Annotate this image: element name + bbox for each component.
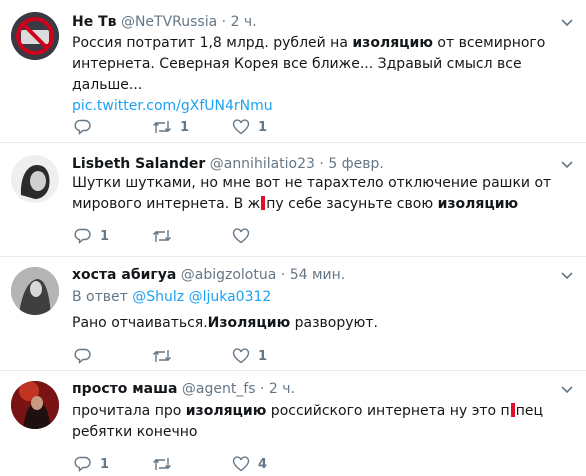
tweet-actions: 1 4	[72, 454, 372, 474]
reply-button[interactable]	[74, 117, 100, 137]
censor-mark	[510, 403, 515, 417]
chevron-down-icon[interactable]	[560, 15, 574, 29]
like-button[interactable]: 1	[232, 117, 267, 137]
text-segment: Рано отчаиваться.	[72, 315, 208, 331]
tweet-1[interactable]: Не Тв @NeTVRussia · 2 ч. Россия потратит…	[0, 0, 586, 143]
text-segment: Россия потратит 1,8 млрд. рублей на	[72, 35, 353, 51]
retweet-icon	[153, 458, 171, 470]
retweet-count: 1	[180, 119, 190, 135]
reply-prefix: В ответ	[72, 289, 133, 305]
tweet-text: Рано отчаиваться.Изоляцию разворуют.	[72, 313, 572, 334]
retweet-button[interactable]	[152, 454, 180, 474]
tweet-text: прочитала про изоляцию российского интер…	[72, 401, 572, 443]
author-name[interactable]: просто маша	[72, 381, 177, 397]
highlight-keyword: изоляцию	[185, 403, 267, 419]
tweet-text: Шутки шутками, но мне вот не тарахтело о…	[72, 173, 572, 215]
heart-icon	[232, 228, 250, 244]
reply-button[interactable]: 1	[74, 454, 109, 474]
reply-button[interactable]	[74, 346, 100, 366]
author-name[interactable]: хоста абигуа	[72, 267, 176, 283]
avatar[interactable]	[11, 12, 59, 60]
heart-icon	[232, 119, 250, 135]
tweet-4[interactable]: просто маша @agent_fs · 2 ч. прочитала п…	[0, 371, 586, 476]
mention-link[interactable]: @ljuka0312	[189, 289, 272, 305]
chevron-down-icon[interactable]	[560, 157, 574, 171]
reply-icon	[74, 228, 91, 245]
tweet-text: Россия потратит 1,8 млрд. рублей на изол…	[72, 33, 572, 117]
separator-dot: ·	[280, 267, 286, 283]
media-link[interactable]: pic.twitter.com/gXfUN4rNmu	[72, 98, 273, 114]
profile-photo-icon	[11, 381, 59, 429]
profile-portrait-icon	[11, 155, 59, 203]
like-button[interactable]: 4	[232, 454, 267, 474]
separator-dot: ·	[221, 14, 227, 30]
avatar[interactable]	[11, 381, 59, 429]
retweet-button[interactable]	[152, 346, 180, 366]
censor-mark	[261, 196, 266, 210]
retweet-icon	[153, 230, 171, 242]
text-segment: разворуют.	[290, 315, 378, 331]
mention-link[interactable]: @Shulz	[132, 289, 184, 305]
like-button[interactable]	[232, 226, 258, 246]
like-button[interactable]: 1	[232, 346, 267, 366]
timestamp[interactable]: 2 ч.	[269, 381, 295, 397]
chevron-down-icon[interactable]	[560, 382, 574, 396]
reply-icon	[74, 119, 91, 136]
author-handle[interactable]: @NeTVRussia	[121, 14, 217, 30]
no-tv-logo-icon	[11, 12, 59, 60]
author-name[interactable]: Lisbeth Salander	[72, 156, 205, 172]
like-count: 1	[258, 119, 268, 135]
retweet-button[interactable]	[152, 226, 180, 246]
highlight-keyword: изоляцию	[352, 35, 433, 51]
reply-context: В ответ @Shulz @ljuka0312	[72, 288, 271, 306]
avatar[interactable]	[11, 155, 59, 203]
highlight-keyword: Изоляцию	[207, 315, 291, 331]
timestamp[interactable]: 5 февр.	[328, 156, 384, 172]
like-count: 4	[258, 456, 268, 472]
tweet-3[interactable]: хоста абигуа @abigzolotua · 54 мин. В от…	[0, 257, 586, 371]
avatar[interactable]	[11, 267, 59, 315]
highlight-keyword: изоляцию	[437, 196, 519, 212]
reply-button[interactable]: 1	[74, 226, 109, 246]
text-segment: пу себе засуньте свою	[266, 196, 438, 212]
chevron-down-icon[interactable]	[560, 268, 574, 282]
author-handle[interactable]: @annihilatio23	[210, 156, 315, 172]
tweet-2[interactable]: Lisbeth Salander @annihilatio23 · 5 февр…	[0, 143, 586, 257]
tweet-actions: 1	[72, 226, 372, 246]
timestamp[interactable]: 54 мин.	[290, 267, 346, 283]
text-segment: прочитала про	[72, 403, 186, 419]
timestamp[interactable]: 2 ч.	[231, 14, 257, 30]
reply-icon	[74, 456, 91, 473]
profile-photo-icon	[11, 267, 59, 315]
author-handle[interactable]: @agent_fs	[182, 381, 256, 397]
separator-dot: ·	[260, 381, 265, 397]
tweet-actions: 1 1	[72, 117, 372, 137]
reply-count: 1	[100, 456, 110, 472]
like-count: 1	[258, 348, 268, 364]
retweet-icon	[153, 121, 171, 133]
heart-icon	[232, 348, 250, 364]
reply-icon	[74, 348, 91, 365]
retweet-button[interactable]: 1	[152, 117, 189, 137]
reply-count: 1	[100, 228, 110, 244]
retweet-icon	[153, 350, 171, 362]
separator-dot: ·	[319, 156, 324, 172]
author-handle[interactable]: @abigzolotua	[181, 267, 277, 283]
author-name[interactable]: Не Тв	[72, 14, 117, 30]
tweet-actions: 1	[72, 346, 372, 366]
heart-icon	[232, 456, 250, 472]
text-segment: российского интернета ну это п	[266, 403, 510, 419]
